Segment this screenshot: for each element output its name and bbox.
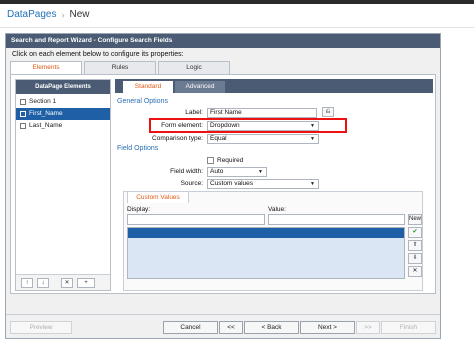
custom-values-box: Custom Values Display: Value: New ✔ ⬆ ⬇ … — [123, 191, 423, 291]
properties-area: Standard Advanced General Options Label:… — [115, 79, 433, 291]
dialog-title: Search and Report Wizard - Configure Sea… — [6, 34, 440, 48]
move-down-icon[interactable]: ⬇ — [408, 253, 422, 264]
elements-tab-panel: DataPage Elements Section 1 First_Name L… — [10, 74, 436, 294]
wizard-footer: Preview Cancel << < Back Next > >> Finis… — [6, 314, 440, 338]
comparison-type-value: Equal — [210, 135, 227, 142]
source-value: Custom values — [210, 180, 253, 187]
back-button[interactable]: < Back — [244, 321, 299, 334]
dropdown-arrow-icon: ▼ — [310, 136, 315, 142]
custom-values-list[interactable] — [127, 227, 405, 279]
comparison-type-select[interactable]: Equal ▼ — [207, 134, 319, 144]
tab-advanced[interactable]: Advanced — [175, 81, 225, 93]
breadcrumb-current: New — [69, 9, 90, 20]
value-label: Value: — [268, 206, 286, 213]
value-input[interactable] — [268, 214, 405, 225]
tree-item-label: First_Name — [29, 110, 63, 117]
tab-rules[interactable]: Rules — [84, 61, 156, 74]
comparison-type-caption: Comparison type: — [152, 135, 203, 142]
tab-logic[interactable]: Logic — [158, 61, 230, 74]
label-caption: Label: — [185, 109, 203, 116]
main-tabs: Elements Rules Logic — [10, 61, 232, 74]
check-icon[interactable]: ✔ — [408, 227, 422, 238]
required-checkbox[interactable] — [207, 157, 214, 164]
tree-item-first-name[interactable]: First_Name — [16, 108, 110, 120]
form-element-select[interactable]: Dropdown ▼ — [207, 121, 319, 131]
chevron-right-icon: › — [61, 9, 65, 20]
tab-elements[interactable]: Elements — [10, 61, 82, 74]
delete-icon[interactable]: ✕ — [408, 266, 422, 277]
tab-standard[interactable]: Standard — [123, 81, 173, 93]
tab-custom-values[interactable]: Custom Values — [127, 191, 189, 203]
move-down-button[interactable]: ↓ — [37, 277, 49, 288]
move-up-button[interactable]: ↑ — [21, 277, 33, 288]
first-page-button[interactable]: << — [219, 321, 243, 334]
cancel-button[interactable]: Cancel — [163, 321, 218, 334]
add-element-button[interactable]: + — [77, 277, 95, 288]
field-width-caption: Field width: — [170, 168, 203, 175]
last-page-button[interactable]: >> — [356, 321, 380, 334]
form-element-caption: Form element: — [161, 122, 203, 129]
dropdown-arrow-icon: ▼ — [310, 181, 315, 187]
properties-tabs: Standard Advanced — [115, 79, 433, 93]
display-label: Display: — [127, 206, 151, 213]
dropdown-arrow-icon: ▼ — [310, 123, 315, 129]
breadcrumb: DataPages › New — [7, 9, 90, 20]
finish-button[interactable]: Finish — [381, 321, 436, 334]
form-element-value: Dropdown — [210, 122, 240, 129]
field-width-value: Auto — [210, 168, 224, 175]
datapage-elements-panel: DataPage Elements Section 1 First_Name L… — [15, 79, 111, 291]
top-bar — [0, 0, 474, 4]
tree-item-section-1[interactable]: Section 1 — [16, 96, 110, 108]
section-icon — [20, 99, 26, 105]
insert-parameter-icon[interactable]: ⎌ — [322, 107, 334, 117]
instruction-text: Click on each element below to configure… — [12, 51, 184, 58]
next-button[interactable]: Next > — [300, 321, 355, 334]
display-input[interactable] — [127, 214, 265, 225]
dropdown-arrow-icon: ▼ — [258, 169, 263, 175]
field-width-select[interactable]: Auto ▼ — [207, 167, 267, 177]
label-input[interactable]: First Name — [207, 108, 317, 118]
tree-item-label: Last_Name — [29, 122, 63, 129]
field-options-heading: Field Options — [117, 145, 159, 152]
tree-item-label: Section 1 — [29, 98, 57, 105]
wizard-dialog: Search and Report Wizard - Configure Sea… — [5, 33, 441, 339]
source-caption: Source: — [180, 180, 203, 187]
tree-item-last-name[interactable]: Last_Name — [16, 120, 110, 132]
datapage-elements-header: DataPage Elements — [16, 80, 110, 94]
move-up-icon[interactable]: ⬆ — [408, 240, 422, 251]
required-label: Required — [217, 157, 244, 164]
general-options-heading: General Options — [117, 98, 168, 105]
source-select[interactable]: Custom values ▼ — [207, 179, 319, 189]
delete-element-button[interactable]: ✕ — [61, 277, 73, 288]
field-icon — [20, 123, 26, 129]
new-value-button[interactable]: New — [408, 214, 422, 225]
preview-button[interactable]: Preview — [10, 321, 72, 334]
breadcrumb-datapages-link[interactable]: DataPages — [7, 9, 56, 20]
divider — [0, 27, 474, 28]
field-icon — [20, 111, 26, 117]
list-item-selected[interactable] — [128, 228, 404, 238]
elements-toolbar: ↑ ↓ ✕ + — [16, 274, 110, 290]
